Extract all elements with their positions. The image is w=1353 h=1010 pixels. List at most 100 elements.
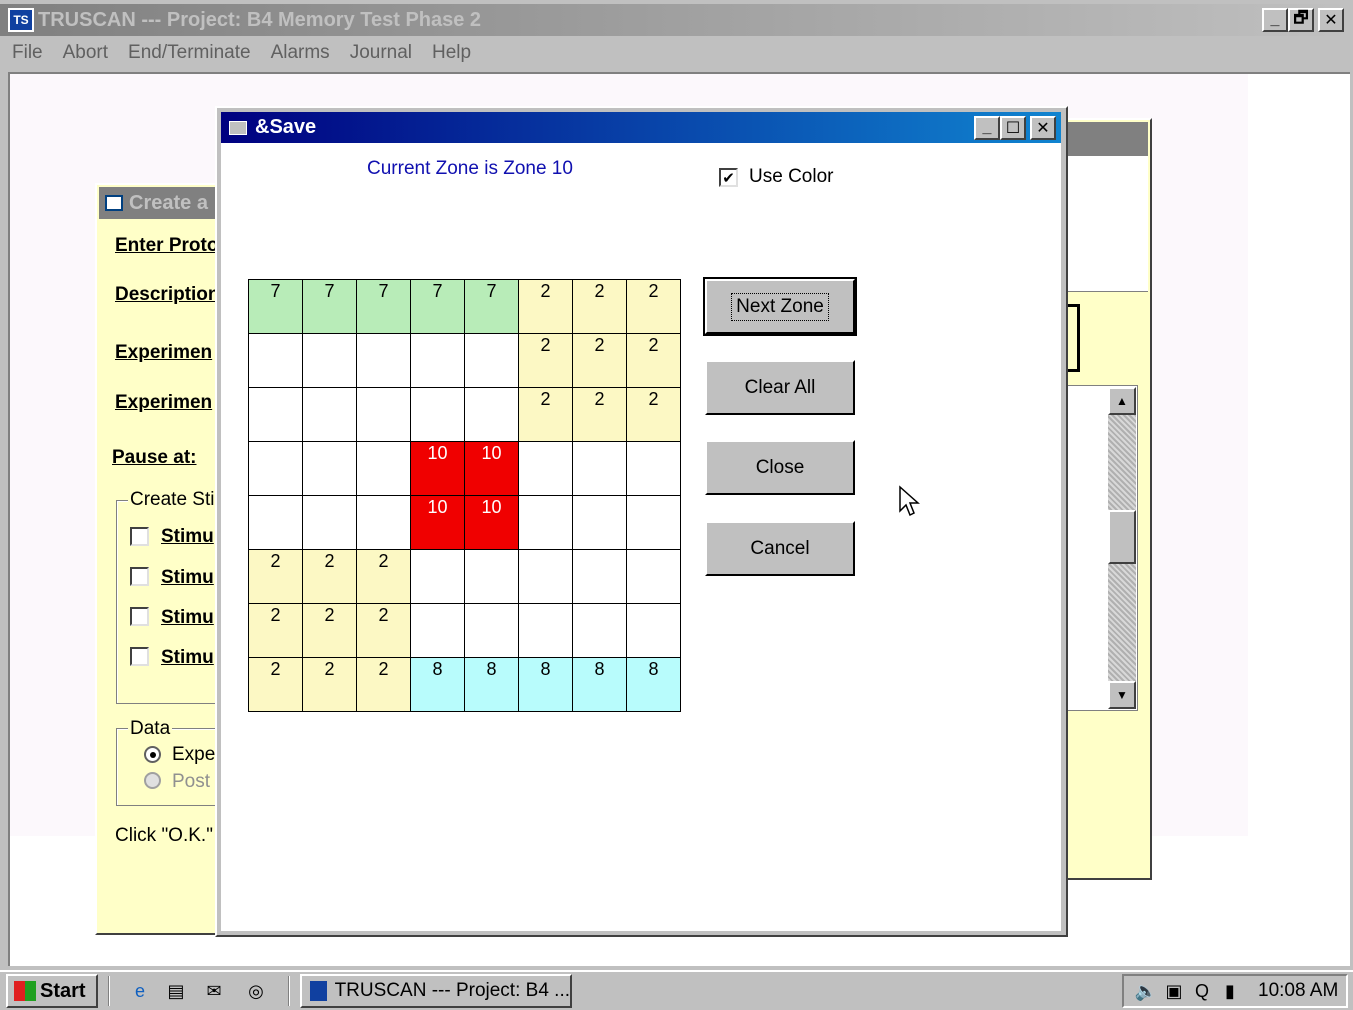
- grid-cell[interactable]: [357, 442, 411, 496]
- grid-cell[interactable]: [249, 388, 303, 442]
- dialog-minimize-button[interactable]: _: [974, 116, 1000, 140]
- dialog-maximize-button[interactable]: ☐: [1000, 116, 1026, 140]
- grid-cell[interactable]: 2: [519, 280, 573, 334]
- grid-cell[interactable]: 2: [519, 388, 573, 442]
- grid-cell[interactable]: 2: [573, 334, 627, 388]
- close-window-button[interactable]: ✕: [1318, 8, 1344, 32]
- grid-cell[interactable]: [627, 604, 681, 658]
- show-desktop-icon[interactable]: ▤: [162, 977, 190, 1005]
- post-radio[interactable]: [144, 772, 161, 789]
- scroll-thumb[interactable]: [1108, 510, 1136, 564]
- grid-cell[interactable]: [627, 496, 681, 550]
- network-icon[interactable]: ▣: [1160, 977, 1188, 1005]
- grid-cell[interactable]: 2: [627, 334, 681, 388]
- grid-cell[interactable]: 7: [411, 280, 465, 334]
- grid-cell[interactable]: [411, 604, 465, 658]
- grid-cell[interactable]: 10: [411, 496, 465, 550]
- grid-cell[interactable]: [303, 334, 357, 388]
- outlook-express-icon[interactable]: ✉: [200, 977, 228, 1005]
- stimulus-checkbox-2[interactable]: [130, 567, 149, 586]
- grid-cell[interactable]: [303, 496, 357, 550]
- grid-cell[interactable]: 2: [303, 604, 357, 658]
- grid-cell[interactable]: 10: [465, 496, 519, 550]
- menu-file[interactable]: File: [12, 42, 43, 64]
- grid-cell[interactable]: [303, 442, 357, 496]
- grid-cell[interactable]: [303, 388, 357, 442]
- zone-grid[interactable]: 7 7 7 7 7 2 2 2 2 2 2 2 2 2 10 10 10 10 2 2 2 2 2 2 2 2 2 8 8 8 8 8: [248, 279, 681, 712]
- grid-cell[interactable]: 10: [465, 442, 519, 496]
- device-icon[interactable]: ▮: [1216, 977, 1244, 1005]
- grid-cell[interactable]: 2: [357, 658, 411, 712]
- grid-cell[interactable]: 2: [303, 550, 357, 604]
- grid-cell[interactable]: [411, 388, 465, 442]
- scroll-up-button[interactable]: ▲: [1108, 387, 1136, 415]
- grid-cell[interactable]: [627, 442, 681, 496]
- grid-cell[interactable]: 2: [249, 550, 303, 604]
- grid-cell[interactable]: [357, 388, 411, 442]
- cancel-button[interactable]: Cancel: [705, 521, 855, 576]
- grid-cell[interactable]: [573, 496, 627, 550]
- grid-cell[interactable]: [573, 550, 627, 604]
- grid-cell[interactable]: [519, 550, 573, 604]
- grid-cell[interactable]: 2: [627, 280, 681, 334]
- save-dialog-titlebar[interactable]: &Save: [221, 112, 1061, 143]
- create-dialog-titlebar[interactable]: Create a: [99, 187, 221, 219]
- grid-cell[interactable]: [627, 550, 681, 604]
- experiment-radio[interactable]: [144, 746, 161, 763]
- grid-cell[interactable]: [249, 496, 303, 550]
- start-button[interactable]: Start: [6, 974, 98, 1008]
- menu-help[interactable]: Help: [432, 42, 471, 64]
- grid-cell[interactable]: [519, 442, 573, 496]
- grid-cell[interactable]: 8: [627, 658, 681, 712]
- grid-cell[interactable]: [357, 496, 411, 550]
- grid-cell[interactable]: 8: [411, 658, 465, 712]
- quicktime-icon[interactable]: Q: [1188, 977, 1216, 1005]
- grid-cell[interactable]: 8: [519, 658, 573, 712]
- grid-cell[interactable]: 8: [573, 658, 627, 712]
- stimulus-checkbox-3[interactable]: [130, 607, 149, 626]
- grid-cell[interactable]: 2: [357, 550, 411, 604]
- close-button[interactable]: Close: [705, 440, 855, 495]
- grid-cell[interactable]: 2: [357, 604, 411, 658]
- channels-icon[interactable]: ◎: [242, 977, 270, 1005]
- grid-cell[interactable]: 7: [465, 280, 519, 334]
- next-zone-button[interactable]: Next Zone: [703, 277, 857, 336]
- grid-cell[interactable]: [573, 604, 627, 658]
- grid-cell[interactable]: [465, 334, 519, 388]
- scroll-down-button[interactable]: ▼: [1108, 681, 1136, 709]
- grid-cell[interactable]: [465, 550, 519, 604]
- grid-cell[interactable]: [519, 604, 573, 658]
- grid-cell[interactable]: 2: [627, 388, 681, 442]
- grid-cell[interactable]: 2: [249, 604, 303, 658]
- grid-cell[interactable]: 2: [573, 388, 627, 442]
- grid-cell[interactable]: 10: [411, 442, 465, 496]
- grid-cell[interactable]: 7: [357, 280, 411, 334]
- grid-cell[interactable]: [411, 334, 465, 388]
- stimulus-checkbox-4[interactable]: [130, 647, 149, 666]
- clear-all-button[interactable]: Clear All: [705, 360, 855, 415]
- dialog-close-button[interactable]: ✕: [1030, 116, 1056, 140]
- grid-cell[interactable]: [519, 496, 573, 550]
- internet-explorer-icon[interactable]: e: [126, 977, 154, 1005]
- grid-cell[interactable]: 7: [249, 280, 303, 334]
- grid-cell[interactable]: 2: [519, 334, 573, 388]
- minimize-button[interactable]: _: [1262, 8, 1288, 32]
- taskbar-task-truscan[interactable]: TRUSCAN --- Project: B4 ...: [300, 974, 572, 1008]
- stimulus-checkbox-1[interactable]: [130, 527, 149, 546]
- use-color-checkbox[interactable]: ✔: [719, 168, 738, 187]
- grid-cell[interactable]: 2: [249, 658, 303, 712]
- restore-button[interactable]: 🗗: [1288, 8, 1314, 32]
- menu-abort[interactable]: Abort: [63, 42, 108, 64]
- menu-journal[interactable]: Journal: [350, 42, 412, 64]
- grid-cell[interactable]: 2: [573, 280, 627, 334]
- menu-end-terminate[interactable]: End/Terminate: [128, 42, 251, 64]
- grid-cell[interactable]: [573, 442, 627, 496]
- grid-cell[interactable]: [249, 334, 303, 388]
- grid-cell[interactable]: 8: [465, 658, 519, 712]
- menu-alarms[interactable]: Alarms: [271, 42, 330, 64]
- grid-cell[interactable]: 7: [303, 280, 357, 334]
- grid-cell[interactable]: [249, 442, 303, 496]
- grid-cell[interactable]: [465, 604, 519, 658]
- volume-icon[interactable]: 🔈: [1132, 977, 1160, 1005]
- main-window-titlebar[interactable]: TS TRUSCAN --- Project: B4 Memory Test P…: [0, 4, 1353, 36]
